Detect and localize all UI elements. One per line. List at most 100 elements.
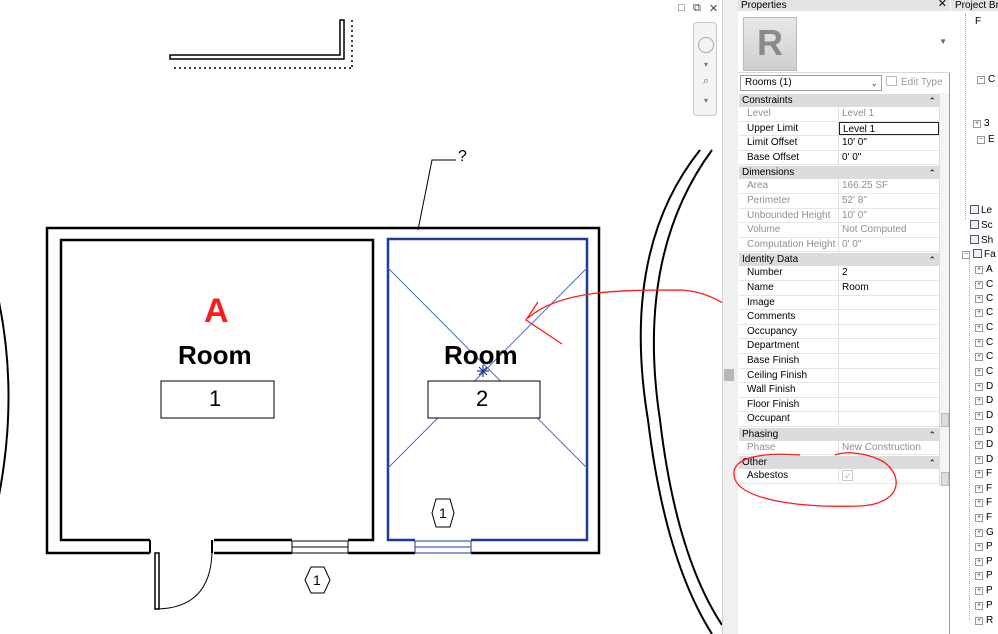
property-row[interactable]: Asbestos — [739, 469, 939, 485]
expand-icon[interactable]: + — [975, 353, 983, 361]
zoom-icon[interactable]: ⌕ — [698, 73, 714, 89]
property-value[interactable] — [839, 412, 939, 426]
property-value[interactable] — [839, 310, 939, 324]
group-header-phasing[interactable]: Phasing ⌃ — [739, 426, 939, 441]
collapse-chevron-icon[interactable]: ⌃ — [928, 94, 936, 108]
property-row[interactable]: Limit Offset 10' 0" — [739, 136, 939, 151]
property-row[interactable]: Wall Finish — [739, 383, 939, 398]
property-value[interactable] — [839, 369, 939, 383]
browser-tree-item[interactable]: + C — [975, 293, 993, 305]
expand-icon[interactable]: + — [975, 383, 983, 391]
browser-tree-item[interactable]: + D — [975, 395, 993, 407]
collapse-icon[interactable]: − — [977, 76, 985, 84]
browser-tree-item[interactable]: + F — [975, 497, 992, 509]
property-value[interactable]: 0' 0" — [839, 151, 939, 165]
maximize-icon[interactable]: □ — [678, 2, 685, 14]
restore-icon[interactable]: ⧉ — [693, 2, 701, 15]
expand-icon[interactable]: + — [975, 324, 983, 332]
browser-tree-item[interactable]: + P — [975, 585, 993, 597]
property-row[interactable]: Occupancy — [739, 324, 939, 340]
expand-icon[interactable]: + — [975, 485, 983, 493]
expand-icon[interactable]: + — [975, 412, 983, 420]
expand-icon[interactable]: + — [975, 309, 983, 317]
expand-icon[interactable]: + — [975, 456, 983, 464]
property-row[interactable]: Floor Finish — [739, 397, 939, 413]
browser-tree-item[interactable]: + G — [975, 527, 994, 539]
browser-tree-item[interactable]: + C — [975, 322, 993, 334]
group-header-dimensions[interactable]: Dimensions ⌃ — [739, 165, 939, 180]
scrollbar-thumb[interactable] — [941, 472, 949, 486]
browser-tree-item[interactable]: F — [975, 16, 981, 28]
expand-icon[interactable]: + — [975, 441, 983, 449]
type-selector-dropdown[interactable]: Rooms (1) ⌄ — [740, 75, 882, 91]
browser-tree-item[interactable]: + C — [975, 366, 993, 378]
expand-icon[interactable]: + — [975, 572, 983, 580]
browser-tree-item[interactable]: + C — [975, 307, 993, 319]
browser-tree-item[interactable]: + C — [975, 351, 993, 363]
expand-icon[interactable]: + — [975, 339, 983, 347]
drawing-canvas[interactable]: ? A Room 1 Room 2 1 1 □ ⧉ ✕ ▾ ⌕ ▾ — [0, 0, 722, 634]
collapse-icon[interactable]: − — [977, 136, 985, 144]
collapse-chevron-icon[interactable]: ⌃ — [928, 166, 936, 180]
browser-tree-item[interactable]: + C — [975, 337, 993, 349]
expand-icon[interactable]: + — [975, 281, 983, 289]
property-row[interactable]: Name Room — [739, 280, 939, 296]
browser-tree-item[interactable]: + D — [975, 439, 993, 451]
browser-tree-item[interactable]: + P — [975, 570, 993, 582]
property-checkbox-cell[interactable] — [839, 469, 939, 483]
property-row[interactable]: Ceiling Finish — [739, 368, 939, 384]
expand-icon[interactable]: + — [975, 558, 983, 566]
dropdown-chevron-icon[interactable]: ▾ — [698, 93, 714, 109]
browser-tree-item[interactable]: + D — [975, 454, 993, 466]
expand-icon[interactable]: + — [975, 295, 983, 303]
browser-tree-item[interactable]: + P — [975, 541, 993, 553]
browser-tree-item[interactable]: Sh — [970, 235, 993, 247]
expand-icon[interactable]: + — [975, 587, 983, 595]
group-header-identity-data[interactable]: Identity Data ⌃ — [739, 252, 939, 267]
close-icon[interactable]: ✕ — [938, 0, 947, 10]
expand-icon[interactable]: + — [975, 499, 983, 507]
browser-tree-item[interactable]: − C — [977, 74, 995, 86]
expand-icon[interactable]: + — [975, 602, 983, 610]
property-row[interactable]: Department — [739, 339, 939, 354]
property-row[interactable]: Number 2 — [739, 266, 939, 281]
edit-type-button[interactable]: Edit Type — [886, 75, 948, 91]
property-row[interactable]: Occupant — [739, 412, 939, 427]
asbestos-checkbox[interactable] — [842, 469, 853, 483]
room-2-number[interactable]: 2 — [476, 386, 488, 412]
collapse-chevron-icon[interactable]: ⌃ — [928, 456, 936, 470]
expand-icon[interactable]: + — [975, 529, 983, 537]
browser-tree-item[interactable]: + F — [975, 483, 992, 495]
scrollbar-thumb[interactable] — [941, 413, 949, 427]
expand-icon[interactable]: + — [975, 427, 983, 435]
browser-tree-item[interactable]: + A — [975, 264, 993, 276]
property-row[interactable]: Image — [739, 295, 939, 311]
property-row[interactable]: Base Finish — [739, 353, 939, 369]
room-1-number[interactable]: 1 — [209, 386, 221, 412]
close-view-icon[interactable]: ✕ — [709, 2, 718, 15]
splitter-grip[interactable] — [724, 369, 734, 381]
chevron-down-icon[interactable]: ▼ — [939, 37, 947, 46]
property-value[interactable] — [839, 339, 939, 353]
property-value[interactable]: Room — [839, 281, 939, 295]
browser-tree-item[interactable]: + F — [975, 468, 992, 480]
room-1-name[interactable]: Room — [178, 340, 252, 371]
property-value[interactable]: Level 1 — [839, 121, 939, 136]
expand-icon[interactable]: + — [975, 368, 983, 376]
room-2-name[interactable]: Room — [444, 340, 518, 371]
property-value[interactable]: 2 — [839, 266, 939, 280]
group-header-constraints[interactable]: Constraints ⌃ — [739, 93, 939, 107]
properties-scrollbar[interactable] — [939, 93, 949, 486]
property-value[interactable] — [839, 325, 939, 339]
property-row[interactable]: Upper Limit Level 1 — [739, 121, 939, 137]
browser-tree-item[interactable]: + R — [975, 615, 993, 627]
dropdown-chevron-icon[interactable]: ▾ — [698, 57, 714, 73]
browser-tree-item[interactable]: + C — [975, 279, 993, 291]
group-header-other[interactable]: Other ⌃ — [739, 455, 939, 470]
expand-icon[interactable]: + — [975, 617, 983, 625]
browser-tree-item[interactable]: + D — [975, 425, 993, 437]
expand-icon[interactable]: + — [975, 514, 983, 522]
property-value[interactable]: 10' 0" — [839, 136, 939, 150]
expand-icon[interactable]: + — [975, 543, 983, 551]
chevron-down-icon[interactable]: ⌄ — [870, 76, 878, 90]
